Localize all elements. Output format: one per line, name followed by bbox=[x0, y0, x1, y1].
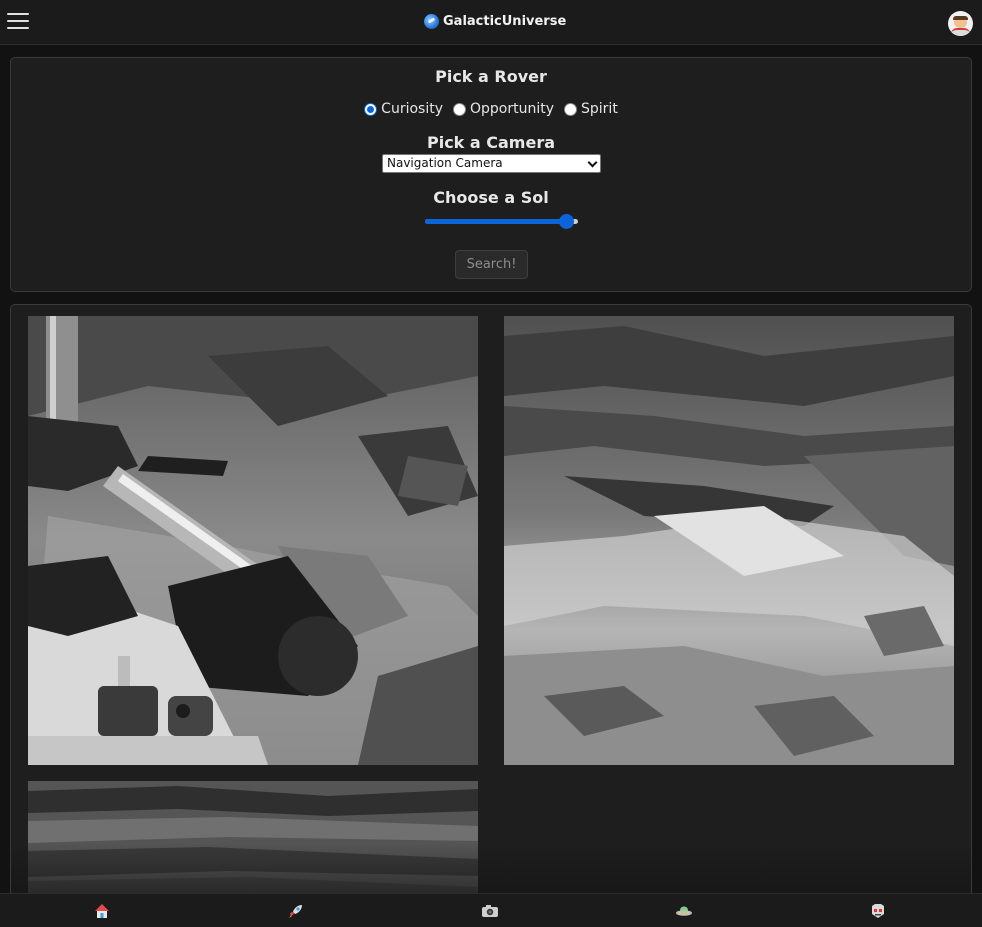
sol-heading: Choose a Sol bbox=[433, 188, 549, 207]
brand-name: GalacticUniverse bbox=[443, 14, 567, 29]
sol-slider-thumb[interactable] bbox=[559, 214, 575, 229]
galaxy-logo-icon bbox=[424, 14, 439, 29]
ufo-icon[interactable] bbox=[675, 902, 693, 920]
rover-photo-3[interactable] bbox=[28, 781, 478, 903]
rover-option-spirit[interactable]: Spirit bbox=[564, 101, 618, 117]
bottom-navigation bbox=[0, 893, 982, 927]
rover-label-spirit: Spirit bbox=[581, 101, 618, 117]
camera-select-value: Navigation Camera bbox=[387, 156, 503, 170]
rover-photo-2[interactable] bbox=[504, 316, 954, 765]
rover-option-opportunity[interactable]: Opportunity bbox=[453, 101, 554, 117]
chevron-down-icon bbox=[587, 157, 598, 168]
rover-option-curiosity[interactable]: Curiosity bbox=[364, 101, 443, 117]
camera-heading: Pick a Camera bbox=[426, 133, 556, 152]
radio-spirit[interactable] bbox=[564, 102, 578, 116]
alien-icon[interactable] bbox=[869, 902, 887, 920]
brand[interactable]: GalacticUniverse bbox=[424, 14, 566, 29]
search-panel: Pick a Rover Curiosity Opportunity Spiri… bbox=[10, 57, 972, 292]
rocket-icon[interactable] bbox=[287, 902, 305, 920]
camera-icon[interactable] bbox=[481, 902, 499, 920]
astronaut-avatar-icon[interactable] bbox=[948, 11, 973, 36]
hamburger-menu-icon[interactable] bbox=[7, 13, 29, 31]
rover-photo-1[interactable] bbox=[28, 316, 478, 765]
camera-select[interactable]: Navigation Camera bbox=[382, 154, 601, 173]
sol-slider[interactable] bbox=[425, 214, 578, 230]
sol-slider-fill bbox=[425, 219, 568, 224]
top-app-bar: GalacticUniverse bbox=[0, 0, 982, 45]
home-icon[interactable] bbox=[93, 902, 111, 920]
radio-curiosity[interactable] bbox=[364, 102, 378, 116]
rover-label-curiosity: Curiosity bbox=[381, 101, 443, 117]
rover-heading: Pick a Rover bbox=[435, 67, 547, 86]
rover-label-opportunity: Opportunity bbox=[470, 101, 555, 117]
search-button[interactable]: Search! bbox=[455, 250, 528, 279]
radio-opportunity[interactable] bbox=[453, 102, 466, 116]
rover-radio-group: Curiosity Opportunity Spirit bbox=[11, 101, 971, 117]
photo-gallery bbox=[10, 304, 972, 904]
